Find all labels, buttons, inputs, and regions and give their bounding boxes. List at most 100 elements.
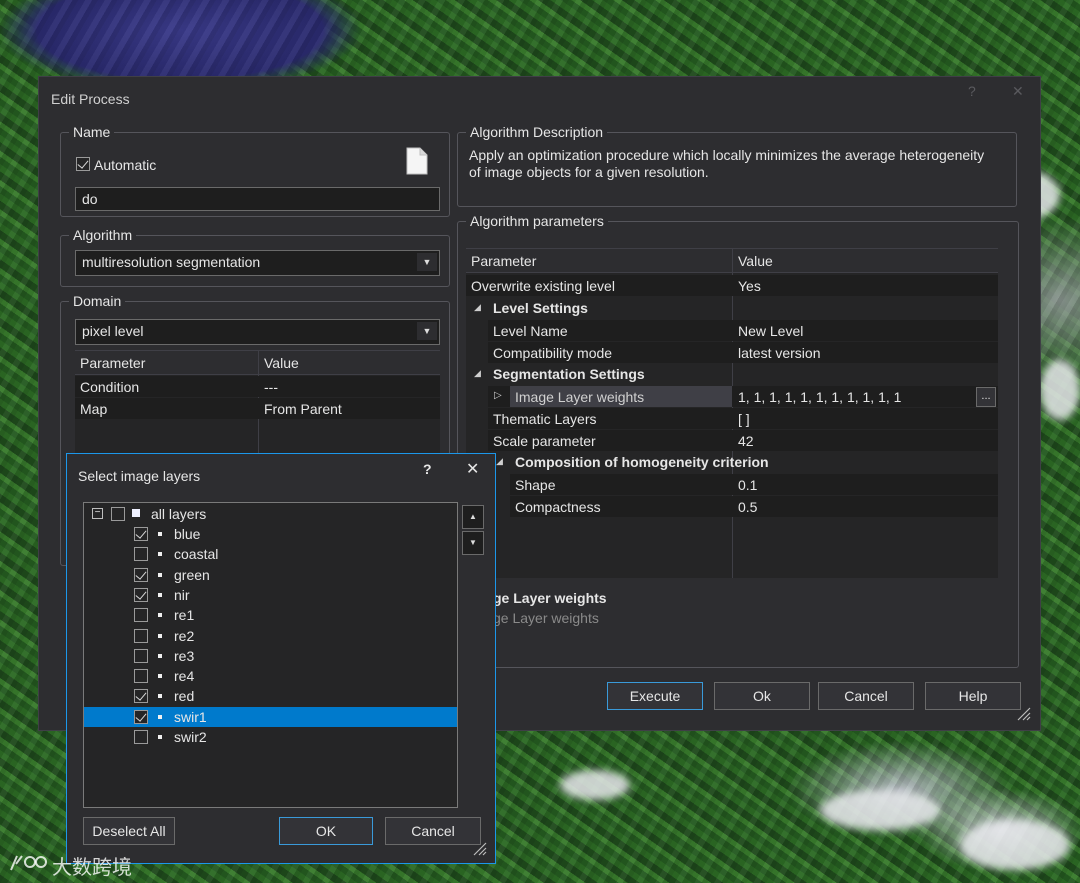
layer-tree: − all layers blue coastal green nir re1 re2 re… bbox=[83, 502, 458, 808]
layer-label: swir2 bbox=[174, 729, 207, 745]
domain-row-parameter: Condition bbox=[80, 379, 140, 395]
collapse-triangle-icon[interactable]: ◢ bbox=[496, 456, 503, 467]
collapse-triangle-icon[interactable]: ◢ bbox=[474, 302, 481, 313]
domain-select[interactable]: pixel level ▼ bbox=[75, 319, 440, 345]
domain-group-label: Domain bbox=[69, 293, 126, 309]
description-group: Algorithm Description Apply an optimizat… bbox=[457, 124, 1017, 207]
close-icon[interactable]: ✕ bbox=[466, 459, 479, 479]
list-item[interactable]: blue bbox=[84, 524, 457, 544]
algorithm-group: Algorithm multiresolution segmentation ▼ bbox=[60, 227, 450, 287]
layer-label: green bbox=[174, 566, 210, 583]
level-settings-header[interactable]: Level Settings bbox=[493, 300, 588, 316]
layer-checkbox[interactable] bbox=[134, 709, 148, 724]
param-col-parameter: Parameter bbox=[471, 253, 537, 269]
layer-checkbox[interactable] bbox=[134, 527, 148, 541]
layer-checkbox[interactable] bbox=[134, 730, 148, 744]
collapse-toggle-icon[interactable]: − bbox=[92, 508, 103, 519]
layer-icon bbox=[158, 694, 162, 699]
param-name: Scale parameter bbox=[493, 433, 596, 449]
automatic-checkbox[interactable] bbox=[76, 157, 90, 171]
automatic-label: Automatic bbox=[94, 157, 157, 173]
cancel-button[interactable]: Cancel bbox=[818, 682, 914, 710]
help-panel-text: ge Layer weights bbox=[493, 610, 599, 626]
move-up-button[interactable]: ▲ bbox=[462, 505, 484, 529]
layer-icon bbox=[158, 592, 162, 597]
layer-label: re2 bbox=[174, 627, 195, 644]
layer-icon bbox=[158, 552, 162, 557]
layer-checkbox[interactable] bbox=[134, 689, 148, 704]
param-name: Shape bbox=[515, 477, 556, 493]
param-value: 0.5 bbox=[738, 499, 758, 515]
ok-button[interactable]: OK bbox=[279, 817, 373, 845]
algorithm-select[interactable]: multiresolution segmentation ▼ bbox=[75, 250, 440, 276]
help-panel-title: ge Layer weights bbox=[493, 590, 607, 606]
domain-col-value: Value bbox=[264, 355, 299, 371]
param-name: Compactness bbox=[515, 499, 601, 515]
description-group-label: Algorithm Description bbox=[466, 124, 608, 140]
list-item[interactable]: nir bbox=[84, 585, 457, 605]
collapse-triangle-icon[interactable]: ◢ bbox=[474, 368, 481, 379]
help-icon[interactable]: ? bbox=[423, 461, 432, 477]
help-icon[interactable]: ? bbox=[968, 83, 976, 99]
list-item[interactable]: red bbox=[84, 686, 457, 706]
layer-checkbox[interactable] bbox=[134, 669, 148, 684]
deselect-all-button[interactable]: Deselect All bbox=[83, 817, 175, 845]
list-item[interactable]: green bbox=[84, 565, 457, 585]
chevron-down-icon[interactable]: ▼ bbox=[417, 253, 437, 271]
layer-group-icon bbox=[132, 509, 140, 517]
layer-checkbox[interactable] bbox=[134, 628, 148, 643]
layer-checkbox[interactable] bbox=[134, 648, 148, 663]
param-name: Overwrite existing level bbox=[471, 278, 615, 294]
param-value: [ ] bbox=[738, 411, 750, 427]
parameters-group: Algorithm parameters Parameter Value Ove… bbox=[457, 213, 1019, 668]
all-layers-checkbox[interactable] bbox=[111, 507, 125, 521]
list-item[interactable]: re4 bbox=[84, 666, 457, 686]
layer-label: red bbox=[174, 688, 195, 705]
layer-icon bbox=[158, 735, 162, 739]
parameters-group-label: Algorithm parameters bbox=[466, 213, 608, 229]
document-icon[interactable] bbox=[406, 147, 428, 175]
move-down-button[interactable]: ▼ bbox=[462, 531, 484, 555]
layer-checkbox[interactable] bbox=[134, 587, 148, 602]
list-item[interactable]: swir1 bbox=[84, 706, 457, 727]
list-item[interactable]: re3 bbox=[84, 646, 457, 666]
cancel-button[interactable]: Cancel bbox=[385, 817, 481, 845]
list-item[interactable]: re2 bbox=[84, 626, 457, 646]
expand-triangle-icon[interactable]: ▷ bbox=[494, 390, 502, 401]
list-item[interactable]: coastal bbox=[84, 544, 457, 564]
table-row[interactable] bbox=[75, 398, 440, 419]
cloud-patch bbox=[560, 770, 630, 800]
title-bar[interactable]: Edit Process ? ✕ bbox=[39, 77, 1040, 121]
domain-row-parameter: Map bbox=[80, 401, 108, 417]
layer-icon bbox=[158, 572, 162, 577]
layer-checkbox[interactable] bbox=[134, 547, 148, 562]
layer-icon bbox=[158, 674, 162, 679]
algorithm-select-value: multiresolution segmentation bbox=[82, 254, 261, 270]
watermark-text: 大数跨境 bbox=[52, 855, 132, 879]
list-item[interactable]: re1 bbox=[84, 605, 457, 625]
watermark-logo-icon bbox=[10, 855, 47, 871]
name-group-label: Name bbox=[69, 124, 115, 140]
domain-row-value: --- bbox=[264, 379, 278, 395]
browse-button[interactable]: ... bbox=[976, 387, 996, 407]
layer-checkbox[interactable] bbox=[134, 608, 148, 623]
composition-header[interactable]: Composition of homogeneity criterion bbox=[515, 454, 769, 470]
chevron-down-icon[interactable]: ▼ bbox=[417, 322, 437, 340]
resize-grip-icon[interactable] bbox=[471, 840, 487, 856]
select-layers-title: Select image layers bbox=[78, 468, 201, 484]
param-name: Compatibility mode bbox=[493, 345, 613, 361]
name-input[interactable]: do bbox=[75, 187, 440, 211]
ok-button[interactable]: Ok bbox=[714, 682, 810, 710]
execute-button[interactable]: Execute bbox=[607, 682, 703, 710]
segmentation-settings-header[interactable]: Segmentation Settings bbox=[493, 366, 645, 382]
resize-grip-icon[interactable] bbox=[1015, 705, 1031, 721]
param-value: latest version bbox=[738, 345, 821, 361]
list-item[interactable]: swir2 bbox=[84, 727, 457, 747]
layer-label: coastal bbox=[174, 546, 219, 563]
help-button[interactable]: Help bbox=[925, 682, 1021, 710]
close-icon[interactable]: ✕ bbox=[1012, 83, 1024, 100]
description-text: Apply an optimization procedure which lo… bbox=[469, 147, 985, 180]
layer-checkbox[interactable] bbox=[134, 567, 148, 582]
param-value: 0.1 bbox=[738, 477, 758, 493]
tree-root-all-layers[interactable]: − all layers bbox=[84, 504, 457, 524]
